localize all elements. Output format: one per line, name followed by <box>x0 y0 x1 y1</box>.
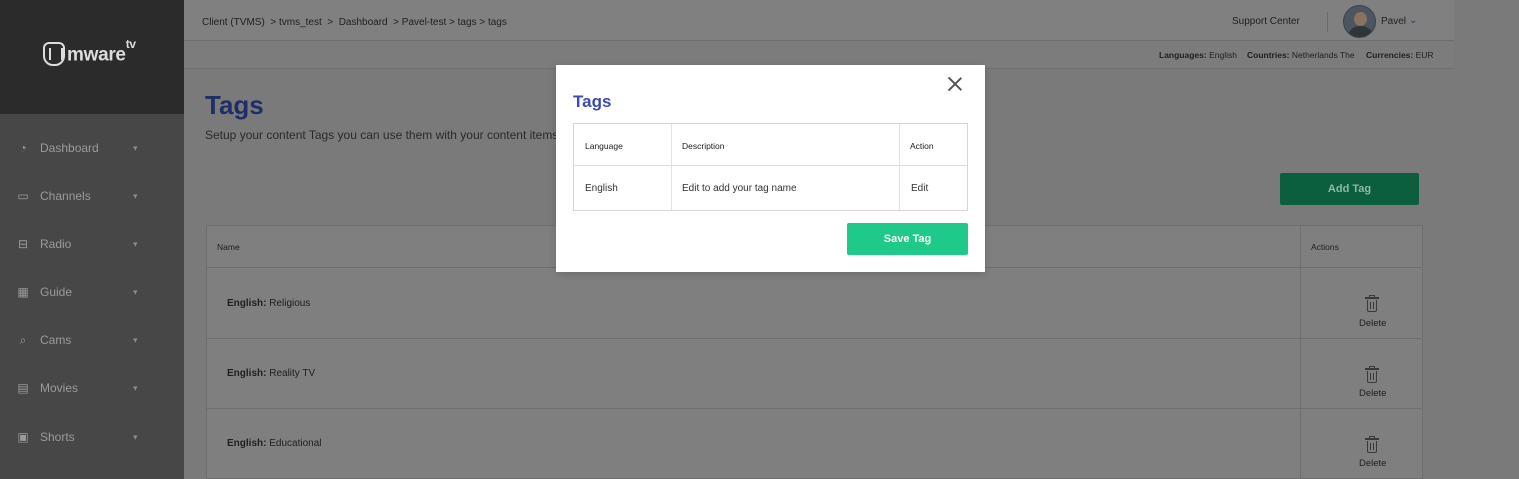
countries-value: Netherlands The <box>1289 50 1355 60</box>
column-header-actions: Actions <box>1311 242 1339 252</box>
table-row: English: Educational Delete <box>207 409 1422 479</box>
delete-button[interactable]: Delete <box>1359 388 1386 399</box>
right-gutter <box>1454 0 1519 479</box>
sidebar-item-movies[interactable]: ▤ Movies ▾ <box>0 376 184 400</box>
close-icon[interactable] <box>947 76 963 92</box>
monitor-icon: ▭ <box>17 189 29 203</box>
shorts-icon: ▣ <box>17 430 29 444</box>
tag-name: English: Religious <box>227 298 310 309</box>
save-tag-button[interactable]: Save Tag <box>847 223 968 255</box>
sidebar-item-label: Guide <box>40 285 73 299</box>
logo-sup: tv <box>125 37 136 51</box>
chevron-down-icon: ▾ <box>133 334 138 345</box>
column-header-language: Language <box>585 141 623 151</box>
chevron-down-icon: ▾ <box>133 190 138 201</box>
page-subtitle: Setup your content Tags you can use them… <box>205 128 557 142</box>
trash-icon[interactable] <box>1365 436 1379 453</box>
logo-mark-icon <box>43 42 65 67</box>
top-header: Client (TVMS) > tvms_test > Dashboard > … <box>184 0 1454 41</box>
page-title: Tags <box>205 90 264 120</box>
radio-icon: ⊟ <box>17 237 29 251</box>
tag-language: English: <box>227 438 267 449</box>
tag-value: Educational <box>266 438 322 449</box>
sidebar-item-cams[interactable]: ⌕ Cams ▾ <box>0 328 184 352</box>
chevron-down-icon: ▾ <box>133 286 138 297</box>
table-row: English: Religious Delete <box>207 269 1422 339</box>
column-header-description: Description <box>682 141 725 151</box>
trash-icon[interactable] <box>1365 366 1379 383</box>
countries-label: Countries: <box>1247 50 1290 60</box>
sidebar-item-shorts[interactable]: ▣ Shorts ▾ <box>0 425 184 449</box>
currencies-info: Currencies: EUR <box>1366 50 1434 60</box>
add-tag-button[interactable]: Add Tag <box>1280 173 1419 205</box>
mwaretv-logo[interactable]: mwaretv <box>43 37 136 67</box>
sidebar-item-label: Shorts <box>40 430 75 444</box>
sidebar-item-label: Movies <box>40 381 79 395</box>
languages-label: Languages: <box>1159 50 1207 60</box>
tag-name: English: Reality TV <box>227 368 315 379</box>
delete-button[interactable]: Delete <box>1359 458 1386 469</box>
countries-info: Countries: Netherlands The <box>1247 50 1355 60</box>
tag-language: English: <box>227 368 267 379</box>
modal-table-header: Language Description Action <box>574 124 967 166</box>
currencies-label: Currencies: <box>1366 50 1414 60</box>
user-name[interactable]: Pavel <box>1381 16 1406 27</box>
tag-name: English: Educational <box>227 438 322 449</box>
guide-icon: ▦ <box>17 285 29 299</box>
avatar[interactable] <box>1343 5 1376 38</box>
cams-icon: ⌕ <box>19 333 27 347</box>
languages-value: English <box>1206 50 1237 60</box>
chevron-down-icon: ▾ <box>133 382 138 393</box>
sidebar: mwaretv ◔ Dashboard ▾ ▭ Channels ▾ ⊟ Rad… <box>0 0 184 479</box>
languages-info: Languages: English <box>1159 50 1237 60</box>
sidebar-item-radio[interactable]: ⊟ Radio ▾ <box>0 232 184 256</box>
sidebar-item-label: Radio <box>40 237 72 251</box>
sidebar-item-dashboard[interactable]: ◔ Dashboard ▾ <box>0 136 184 160</box>
sidebar-item-label: Cams <box>40 333 72 347</box>
tags-modal: Tags Language Description Action English… <box>556 65 985 272</box>
modal-tags-table: Language Description Action English Edit… <box>573 123 968 211</box>
modal-table-row: English Edit to add your tag name Edit <box>574 167 967 211</box>
film-icon: ▤ <box>17 381 29 395</box>
breadcrumb[interactable]: Client (TVMS) > tvms_test > Dashboard > … <box>202 17 507 28</box>
logo-area: mwaretv <box>0 0 184 114</box>
chevron-down-icon: ▾ <box>133 142 138 153</box>
dashboard-icon: ◔ <box>19 141 27 155</box>
edit-button[interactable]: Edit <box>911 183 928 194</box>
trash-icon[interactable] <box>1365 295 1379 312</box>
column-header-name: Name <box>217 242 240 252</box>
sidebar-item-label: Dashboard <box>40 141 99 155</box>
currencies-value: EUR <box>1413 50 1434 60</box>
table-row: English: Reality TV Delete <box>207 339 1422 409</box>
modal-title: Tags <box>573 92 612 111</box>
chevron-down-icon: ▾ <box>133 238 138 249</box>
tag-language: English: <box>227 298 267 309</box>
support-center-link[interactable]: Support Center <box>1232 16 1300 27</box>
tag-value: Religious <box>266 298 311 309</box>
row-language: English <box>585 183 618 194</box>
column-header-action: Action <box>910 141 934 151</box>
sidebar-item-channels[interactable]: ▭ Channels ▾ <box>0 184 184 208</box>
delete-button[interactable]: Delete <box>1359 318 1386 329</box>
logo-text: mware <box>67 44 126 66</box>
chevron-down-icon: ▾ <box>133 431 138 442</box>
sidebar-item-label: Channels <box>40 189 91 203</box>
chevron-down-icon[interactable]: ⌄ <box>1409 15 1417 26</box>
header-divider <box>1327 12 1328 32</box>
row-description[interactable]: Edit to add your tag name <box>682 183 797 194</box>
sidebar-item-guide[interactable]: ▦ Guide ▾ <box>0 280 184 304</box>
tag-value: Reality TV <box>266 368 316 379</box>
